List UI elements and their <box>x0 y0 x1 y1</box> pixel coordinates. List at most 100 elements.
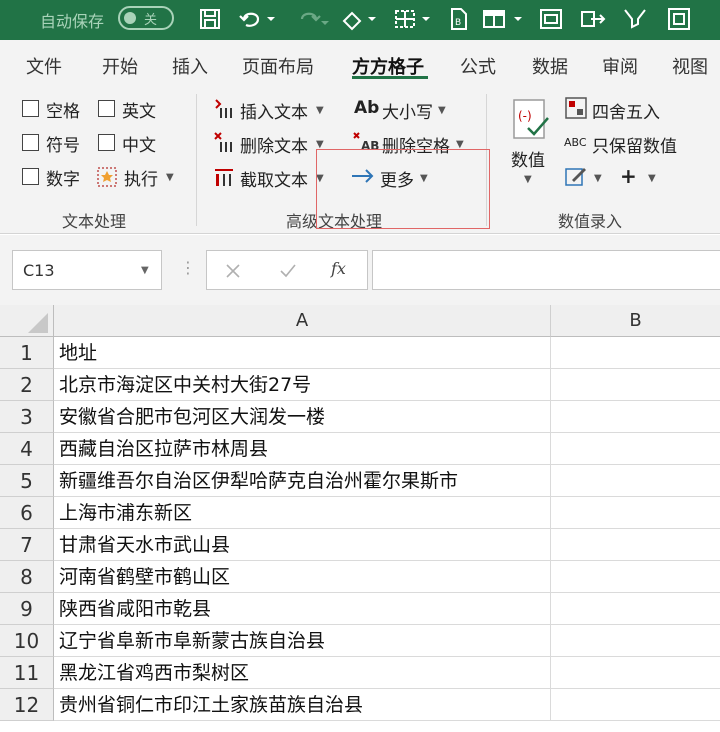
name-box[interactable]: C13 ▼ <box>12 250 162 290</box>
export-icon[interactable] <box>576 4 610 34</box>
round-icon[interactable] <box>564 96 588 124</box>
enter-icon[interactable] <box>279 263 297 279</box>
execute-label[interactable]: 执行 <box>124 165 158 190</box>
tab-view[interactable]: 视图 <box>672 53 708 79</box>
tab-formulas[interactable]: 公式 <box>460 53 496 79</box>
checkbox-symbol[interactable] <box>22 134 39 151</box>
svg-text:(-): (-) <box>518 109 532 123</box>
checkbox-chinese[interactable] <box>98 134 115 151</box>
borders-icon[interactable] <box>390 4 434 34</box>
undo-icon[interactable] <box>236 4 280 34</box>
edit-dropdown-icon[interactable]: ▼ <box>594 173 602 184</box>
checkbox-number-label: 数字 <box>46 170 80 190</box>
tab-home[interactable]: 开始 <box>102 53 138 79</box>
plus-icon[interactable]: + <box>620 164 637 188</box>
cell-a[interactable]: 甘肃省天水市武山县 <box>54 529 551 561</box>
column-header-b[interactable]: B <box>551 305 720 337</box>
cell-b[interactable] <box>551 529 720 561</box>
cell-a[interactable]: 辽宁省阜新市阜新蒙古族自治县 <box>54 625 551 657</box>
ribbon-tabs: 文件 开始 插入 页面布局 方方格子 公式 数据 审阅 视图 <box>0 40 720 86</box>
insert-text-dropdown-icon[interactable]: ▼ <box>316 105 324 116</box>
case-icon[interactable]: Ab <box>354 98 379 118</box>
row-header[interactable]: 1 <box>0 337 54 369</box>
tab-page-layout[interactable]: 页面布局 <box>242 53 314 79</box>
cell-b[interactable] <box>551 401 720 433</box>
case-label[interactable]: 大小写 <box>382 98 433 123</box>
extract-text-icon[interactable] <box>212 164 236 192</box>
cell-a[interactable]: 西藏自治区拉萨市林周县 <box>54 433 551 465</box>
cell-a[interactable]: 安徽省合肥市包河区大润发一楼 <box>54 401 551 433</box>
round-label[interactable]: 四舍五入 <box>592 98 660 123</box>
abc-icon[interactable]: ABC <box>564 136 587 149</box>
cell-b[interactable] <box>551 593 720 625</box>
cell-a[interactable]: 黑龙江省鸡西市梨树区 <box>54 657 551 689</box>
checkbox-space[interactable] <box>22 100 39 117</box>
cell-a[interactable]: 上海市浦东新区 <box>54 497 551 529</box>
execute-dropdown-icon[interactable]: ▼ <box>166 172 174 183</box>
group-label-text: 文本处理 <box>62 212 127 231</box>
row-header[interactable]: 5 <box>0 465 54 497</box>
tab-insert[interactable]: 插入 <box>172 53 208 79</box>
redo-icon <box>288 4 332 34</box>
checkbox-number[interactable] <box>22 168 39 185</box>
cell-b[interactable] <box>551 433 720 465</box>
filter-icon[interactable] <box>618 4 652 34</box>
cell-b[interactable] <box>551 369 720 401</box>
checkbox-english[interactable] <box>98 100 115 117</box>
column-header-a[interactable]: A <box>54 305 551 337</box>
cell-b[interactable] <box>551 689 720 721</box>
cell-b[interactable] <box>551 465 720 497</box>
cell-b[interactable] <box>551 337 720 369</box>
cell-a[interactable]: 地址 <box>54 337 551 369</box>
keep-values-label[interactable]: 只保留数值 <box>592 132 677 157</box>
row-header[interactable]: 7 <box>0 529 54 561</box>
cell-a[interactable]: 贵州省铜仁市印江土家族苗族自治县 <box>54 689 551 721</box>
eraser-icon[interactable] <box>336 4 380 34</box>
cell-b[interactable] <box>551 497 720 529</box>
screen-icon[interactable] <box>534 4 568 34</box>
document-icon[interactable]: B <box>444 4 474 34</box>
select-all-corner[interactable] <box>0 305 54 337</box>
cell-a[interactable]: 河南省鹤壁市鹤山区 <box>54 561 551 593</box>
insert-function-icon[interactable]: fx <box>331 259 346 278</box>
insert-text-label[interactable]: 插入文本 <box>240 98 308 123</box>
tab-review[interactable]: 审阅 <box>602 53 638 79</box>
save-icon[interactable] <box>194 4 226 34</box>
row-header[interactable]: 3 <box>0 401 54 433</box>
row-header[interactable]: 11 <box>0 657 54 689</box>
plus-dropdown-icon[interactable]: ▼ <box>648 173 656 184</box>
tab-data[interactable]: 数据 <box>532 53 568 79</box>
row-header[interactable]: 12 <box>0 689 54 721</box>
edit-icon[interactable] <box>564 166 588 192</box>
cancel-icon[interactable] <box>225 263 241 279</box>
value-dropdown-icon[interactable]: ▼ <box>524 174 532 185</box>
value-icon[interactable]: (-) <box>510 98 550 146</box>
delete-text-label[interactable]: 删除文本 <box>240 132 308 157</box>
row-header[interactable]: 10 <box>0 625 54 657</box>
row-header[interactable]: 8 <box>0 561 54 593</box>
cell-b[interactable] <box>551 561 720 593</box>
table-icon[interactable] <box>478 4 528 34</box>
form-icon[interactable] <box>662 4 696 34</box>
formula-bar-grip-icon[interactable]: ⋮ <box>180 258 196 277</box>
cell-b[interactable] <box>551 625 720 657</box>
insert-text-icon[interactable] <box>212 96 236 124</box>
cell-a[interactable]: 陕西省咸阳市乾县 <box>54 593 551 625</box>
row-header[interactable]: 2 <box>0 369 54 401</box>
row-header[interactable]: 4 <box>0 433 54 465</box>
extract-text-label[interactable]: 截取文本 <box>240 166 308 191</box>
name-box-dropdown-icon[interactable]: ▼ <box>141 265 149 276</box>
tab-file[interactable]: 文件 <box>26 53 62 79</box>
delete-text-icon[interactable] <box>212 130 236 158</box>
row-header[interactable]: 6 <box>0 497 54 529</box>
cell-a[interactable]: 北京市海淀区中关村大街27号 <box>54 369 551 401</box>
row-header[interactable]: 9 <box>0 593 54 625</box>
autosave-toggle[interactable]: 关 <box>118 6 174 30</box>
cell-b[interactable] <box>551 657 720 689</box>
value-label[interactable]: 数值 <box>511 146 545 171</box>
cell-a[interactable]: 新疆维吾尔自治区伊犁哈萨克自治州霍尔果斯市 <box>54 465 551 497</box>
case-dropdown-icon[interactable]: ▼ <box>438 105 446 116</box>
execute-icon[interactable] <box>96 166 118 192</box>
checkbox-space-label: 空格 <box>46 102 80 122</box>
formula-input[interactable] <box>372 250 720 290</box>
